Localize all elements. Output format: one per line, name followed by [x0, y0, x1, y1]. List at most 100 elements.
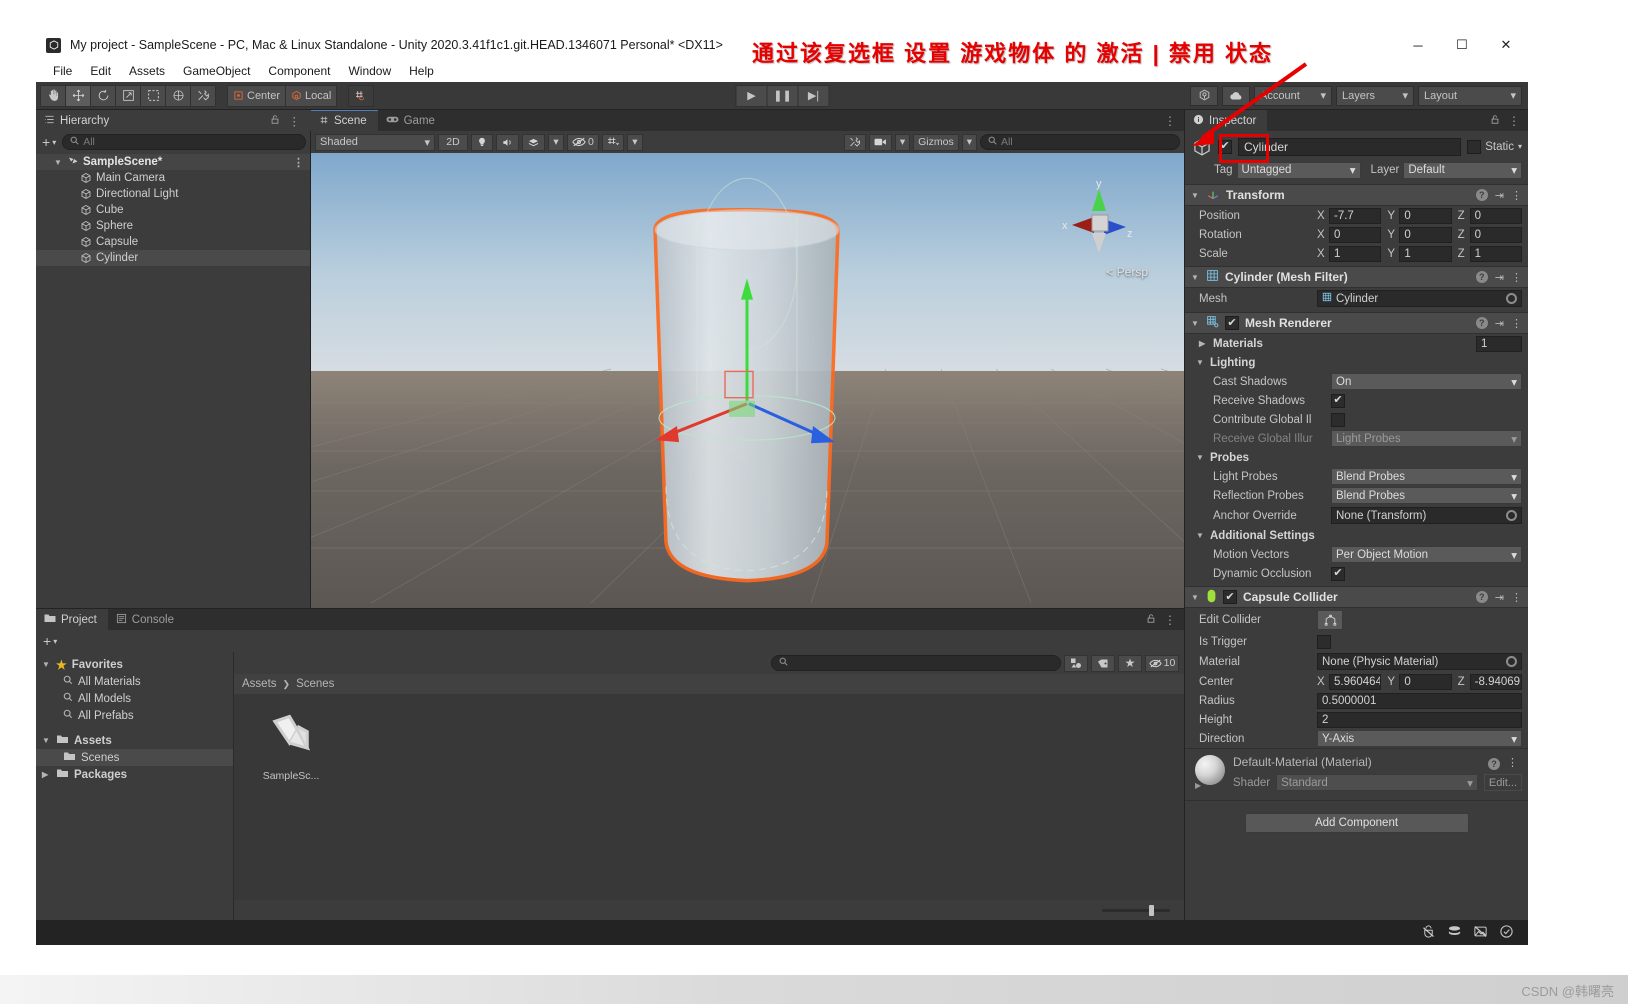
scale-tool-icon[interactable] — [115, 84, 141, 107]
collider-radius-input[interactable]: 0.5000001 — [1317, 692, 1522, 709]
lighting-foldout[interactable]: ▼ Lighting — [1185, 353, 1528, 372]
scene-visibility-toggle[interactable]: 0 — [567, 133, 599, 151]
chevron-down-icon[interactable]: ▼ — [1191, 191, 1200, 200]
hierarchy-item-cube[interactable]: Cube — [36, 202, 310, 218]
chevron-right-icon[interactable]: ▶ — [1199, 339, 1208, 348]
menu-help[interactable]: Help — [400, 62, 443, 80]
scene-orientation-gizmo[interactable]: y x z — [1054, 175, 1144, 265]
collider-height-input[interactable]: 2 — [1317, 711, 1522, 728]
maximize-button[interactable]: ☐ — [1440, 30, 1484, 60]
play-button[interactable]: ▶ — [735, 84, 768, 107]
hierarchy-item-sphere[interactable]: Sphere — [36, 218, 310, 234]
chevron-right-icon[interactable]: ▶ — [1195, 781, 1201, 790]
collider-direction-dropdown[interactable]: Y-Axis ▾ — [1317, 730, 1522, 747]
rect-tool-icon[interactable] — [140, 84, 166, 107]
breadcrumb-assets[interactable]: Assets — [242, 678, 277, 690]
project-lock-icon[interactable] — [1146, 613, 1156, 627]
object-picker-icon[interactable] — [1506, 293, 1517, 304]
chevron-down-icon[interactable]: ▼ — [54, 158, 63, 167]
anchor-override-field[interactable]: None (Transform) — [1331, 507, 1522, 524]
position-z-input[interactable]: 0 — [1469, 207, 1522, 224]
position-y-input[interactable]: 0 — [1399, 207, 1452, 224]
component-menu-icon[interactable]: ⋮ — [1507, 756, 1518, 769]
collider-center-x-input[interactable]: 5.960464 — [1329, 673, 1382, 690]
mesh-object-field[interactable]: Cylinder — [1317, 290, 1522, 307]
scale-z-input[interactable]: 1 — [1469, 245, 1522, 262]
project-tree-favorites[interactable]: ▼ ★ Favorites — [36, 656, 233, 673]
help-icon[interactable]: ? — [1475, 317, 1488, 329]
materials-count-input[interactable]: 1 — [1476, 335, 1522, 352]
scale-x-input[interactable]: 1 — [1329, 245, 1382, 262]
menu-component[interactable]: Component — [259, 62, 339, 80]
dynamic-occlusion-checkbox[interactable]: ✔ — [1331, 566, 1345, 581]
grid-visibility-icon[interactable] — [601, 133, 624, 151]
gizmos-dropdown-icon[interactable]: ▾ — [961, 133, 977, 151]
move-tool-icon[interactable] — [65, 84, 91, 107]
2d-toggle-button[interactable]: 2D — [438, 133, 468, 151]
effects-dropdown-icon[interactable]: ▾ — [548, 133, 564, 151]
filter-by-type-icon[interactable] — [1064, 654, 1088, 672]
add-component-button[interactable]: Add Component — [1244, 813, 1469, 833]
probes-foldout[interactable]: ▼ Probes — [1185, 448, 1528, 467]
grid-dropdown-icon[interactable]: ▾ — [626, 133, 643, 151]
hierarchy-lock-icon[interactable] — [270, 114, 280, 128]
tab-scene[interactable]: Scene — [311, 110, 378, 131]
mesh-renderer-enabled-checkbox[interactable]: ✔ — [1225, 316, 1239, 330]
chevron-down-icon[interactable]: ▼ — [42, 660, 51, 669]
asset-item-samplescene[interactable]: SampleSc... — [252, 708, 330, 782]
collider-center-z-input[interactable]: -8.94069 — [1469, 673, 1522, 690]
contribute-gi-checkbox[interactable] — [1331, 412, 1345, 427]
tab-project[interactable]: Project — [36, 609, 108, 630]
physic-material-field[interactable]: None (Physic Material) — [1317, 653, 1522, 670]
chevron-down-icon[interactable]: ▼ — [1191, 273, 1200, 282]
wrench-icon[interactable] — [843, 133, 866, 151]
lightbulb-icon[interactable] — [471, 133, 493, 151]
hand-tool-icon[interactable] — [40, 84, 66, 107]
gizmos-button[interactable]: Gizmos — [913, 133, 959, 151]
chevron-down-icon[interactable]: ▼ — [1191, 593, 1200, 602]
scale-y-input[interactable]: 1 — [1399, 245, 1452, 262]
effects-toggle-icon[interactable] — [522, 133, 545, 151]
chevron-down-icon[interactable]: ▼ — [42, 736, 51, 745]
tab-hierarchy[interactable]: Hierarchy ⋮ — [36, 110, 311, 131]
breadcrumb-scenes[interactable]: Scenes — [296, 678, 334, 690]
asset-zoom-slider[interactable] — [1102, 904, 1170, 916]
shader-dropdown[interactable]: Standard ▾ — [1276, 774, 1478, 791]
hierarchy-search-input[interactable]: All — [62, 134, 306, 150]
hierarchy-scene-menu-icon[interactable]: ⋮ — [293, 156, 304, 169]
chevron-down-icon[interactable]: ▼ — [1196, 453, 1205, 462]
pause-button[interactable]: ❚❚ — [766, 84, 799, 107]
hierarchy-item-main-camera[interactable]: Main Camera — [36, 170, 310, 186]
inspector-lock-icon[interactable] — [1490, 114, 1500, 128]
preset-icon[interactable]: ⇥ — [1495, 317, 1504, 330]
static-checkbox[interactable] — [1467, 139, 1482, 154]
project-menu-icon[interactable]: ⋮ — [1164, 613, 1176, 627]
object-picker-icon[interactable] — [1506, 656, 1517, 667]
menu-gameobject[interactable]: GameObject — [174, 62, 259, 80]
rotate-tool-icon[interactable] — [90, 84, 116, 107]
chevron-down-icon[interactable]: ▼ — [1196, 358, 1205, 367]
draw-mode-dropdown[interactable]: Shaded ▾ — [315, 133, 435, 151]
hierarchy-menu-icon[interactable]: ⋮ — [289, 114, 301, 128]
help-icon[interactable]: ? — [1475, 189, 1488, 201]
rotation-y-input[interactable]: 0 — [1399, 226, 1452, 243]
project-search-input[interactable] — [771, 655, 1061, 671]
project-tree-assets[interactable]: ▼ Assets — [36, 732, 233, 749]
pivot-mode-button[interactable]: Center — [227, 84, 287, 107]
layers-dropdown[interactable]: Layers ▾ — [1336, 85, 1414, 106]
additional-settings-foldout[interactable]: ▼ Additional Settings — [1185, 526, 1528, 545]
project-tree-all-models[interactable]: All Models — [36, 690, 233, 707]
light-probes-dropdown[interactable]: Blend Probes ▾ — [1331, 468, 1522, 485]
is-trigger-checkbox[interactable] — [1317, 634, 1331, 649]
collider-center-y-input[interactable]: 0 — [1399, 673, 1452, 690]
capsule-collider-component-header[interactable]: ▼ ✔ Capsule Collider ? ⇥ ⋮ — [1185, 586, 1528, 608]
preset-icon[interactable]: ⇥ — [1495, 189, 1504, 202]
reflection-probes-dropdown[interactable]: Blend Probes ▾ — [1331, 487, 1522, 504]
inspector-menu-icon[interactable]: ⋮ — [1508, 114, 1520, 128]
camera-icon[interactable] — [868, 133, 892, 151]
component-menu-icon[interactable]: ⋮ — [1511, 317, 1522, 330]
static-toggle[interactable]: Static ▾ — [1467, 139, 1522, 154]
component-menu-icon[interactable]: ⋮ — [1511, 189, 1522, 202]
layout-dropdown[interactable]: Layout ▾ — [1418, 85, 1522, 106]
hierarchy-item-directional-light[interactable]: Directional Light — [36, 186, 310, 202]
